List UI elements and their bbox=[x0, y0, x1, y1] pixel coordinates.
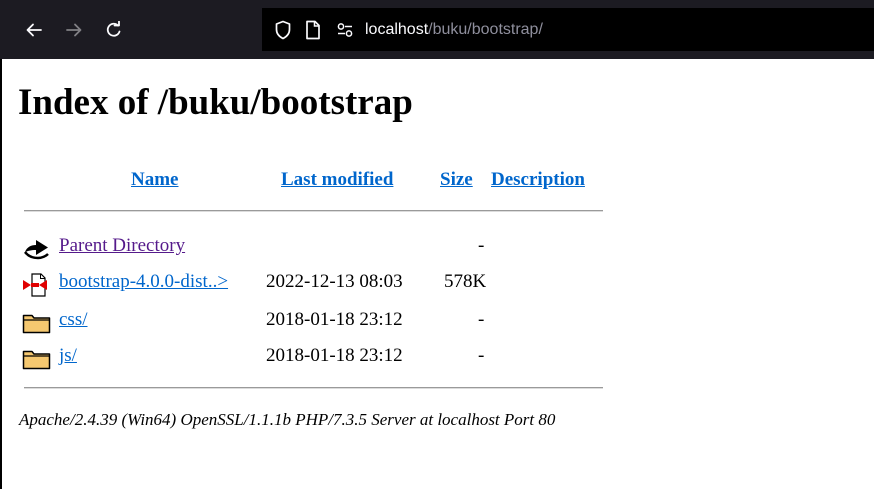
table-row: Parent Directory - bbox=[0, 235, 874, 263]
url-host: localhost bbox=[365, 20, 429, 38]
row-modified: 2022-12-13 08:03 bbox=[266, 271, 403, 292]
reload-icon bbox=[106, 20, 121, 37]
table-row: js/ 2018-01-18 23:12 - bbox=[0, 345, 874, 373]
back-button[interactable] bbox=[18, 14, 50, 46]
reload-button[interactable] bbox=[98, 14, 130, 46]
browser-toolbar: localhost/buku/bootstrap/ bbox=[0, 0, 874, 59]
forward-button[interactable] bbox=[58, 14, 90, 46]
column-header-size[interactable]: Size bbox=[440, 169, 473, 191]
address-bar[interactable]: localhost/buku/bootstrap/ bbox=[262, 8, 874, 51]
folder-icon bbox=[22, 311, 51, 335]
row-size: - bbox=[478, 309, 485, 330]
arrow-left-icon bbox=[26, 23, 42, 36]
column-header-last-modified[interactable]: Last modified bbox=[281, 169, 393, 191]
parent-directory-link[interactable]: Parent Directory bbox=[59, 235, 185, 257]
table-row: bootstrap-4.0.0-dist..> 2022-12-13 08:03… bbox=[0, 271, 874, 299]
shield-icon[interactable] bbox=[272, 19, 294, 41]
row-modified: 2018-01-18 23:12 bbox=[266, 309, 403, 330]
page-title: Index of /buku/bootstrap bbox=[18, 82, 413, 123]
permissions-icon[interactable] bbox=[334, 19, 356, 41]
table-row: css/ 2018-01-18 23:12 - bbox=[0, 309, 874, 337]
row-size: - bbox=[478, 235, 485, 256]
row-size: 578K bbox=[444, 271, 487, 292]
arrow-right-icon bbox=[66, 23, 82, 36]
back-folder-icon bbox=[22, 237, 50, 261]
footer-divider bbox=[24, 387, 603, 389]
row-size: - bbox=[478, 345, 485, 366]
page-content: Index of /buku/bootstrap Name Last modif… bbox=[0, 59, 874, 489]
compressed-file-icon bbox=[22, 273, 50, 297]
folder-link-css[interactable]: css/ bbox=[59, 309, 88, 331]
column-header-description[interactable]: Description bbox=[491, 169, 585, 191]
folder-link-js[interactable]: js/ bbox=[59, 345, 77, 367]
row-modified: 2018-01-18 23:12 bbox=[266, 345, 403, 366]
url-path: /buku/bootstrap/ bbox=[428, 20, 543, 38]
header-divider bbox=[24, 210, 603, 212]
page-icon[interactable] bbox=[302, 19, 324, 41]
file-link-bootstrap[interactable]: bootstrap-4.0.0-dist..> bbox=[59, 271, 228, 293]
folder-icon bbox=[22, 347, 51, 371]
column-header-name[interactable]: Name bbox=[131, 169, 178, 191]
server-signature: Apache/2.4.39 (Win64) OpenSSL/1.1.1b PHP… bbox=[19, 410, 556, 429]
url-text[interactable]: localhost/buku/bootstrap/ bbox=[365, 21, 543, 39]
